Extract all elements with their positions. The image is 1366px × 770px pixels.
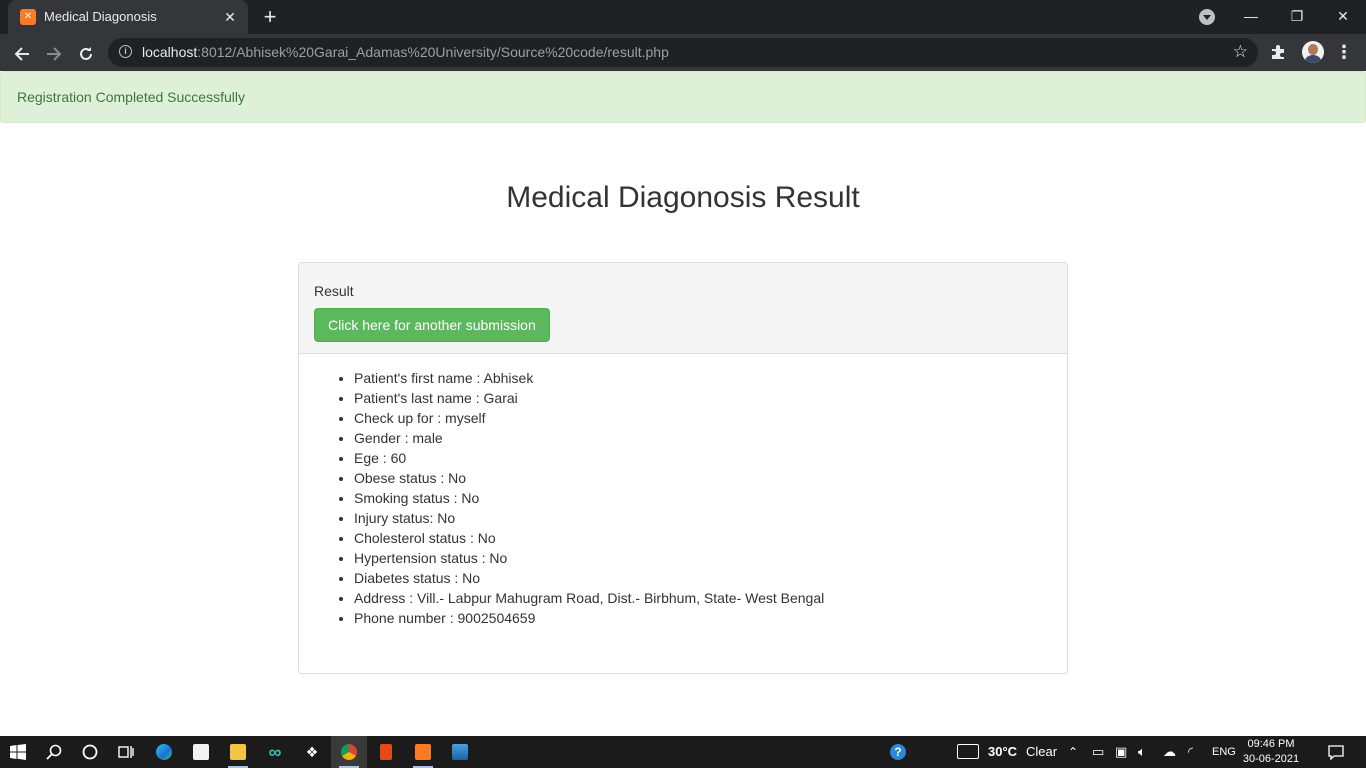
start-icon[interactable] xyxy=(0,736,36,768)
office-logo-icon xyxy=(380,743,392,760)
extensions-puzzle-icon[interactable] xyxy=(1268,42,1288,62)
back-button[interactable] xyxy=(8,39,36,67)
cortana-icon[interactable] xyxy=(72,736,108,768)
browser-toolbar: i localhost:8012/Abhisek%20Garai_Adamas%… xyxy=(0,34,1366,71)
weather-text[interactable]: Clear xyxy=(1026,736,1057,768)
url-text: localhost:8012/Abhisek%20Garai_Adamas%20… xyxy=(142,44,669,60)
list-item-address: Address : Vill.- Labpur Mahugram Road, D… xyxy=(354,588,824,608)
success-alert: Registration Completed Successfully xyxy=(0,71,1366,123)
task-view-icon[interactable] xyxy=(108,736,144,768)
dropbox-logo-icon: ❖ xyxy=(305,744,319,760)
meet-now-icon[interactable]: ▣ xyxy=(1115,736,1127,768)
weather-temp[interactable]: 30°C xyxy=(988,736,1017,768)
close-window-button[interactable]: ✕ xyxy=(1320,0,1366,32)
store-icon[interactable] xyxy=(183,736,219,768)
xampp-favicon-icon: ✕ xyxy=(20,9,36,25)
system-clock[interactable]: 09:46 PM 30-06-2021 xyxy=(1240,737,1302,767)
list-item-injury: Injury status: No xyxy=(354,508,824,528)
profile-avatar[interactable] xyxy=(1302,41,1324,63)
speech-bubble-icon xyxy=(1328,745,1344,761)
forward-button[interactable] xyxy=(40,39,68,67)
photos-logo-icon xyxy=(452,743,468,760)
restore-button[interactable]: ❐ xyxy=(1274,0,1320,32)
new-tab-button[interactable]: + xyxy=(258,5,282,29)
file-explorer-icon[interactable] xyxy=(220,736,256,768)
browser-menu-icon[interactable]: ⋮ xyxy=(1334,42,1354,62)
reload-button[interactable] xyxy=(72,39,100,67)
weather-icon[interactable] xyxy=(950,736,986,768)
tab-title: Medical Diagonosis xyxy=(44,9,157,24)
browser-tab[interactable]: ✕ Medical Diagonosis ✕ xyxy=(8,0,248,34)
another-submission-button[interactable]: Click here for another submission xyxy=(314,308,550,342)
bookmark-star-icon[interactable]: ☆ xyxy=(1233,42,1248,62)
wifi-icon[interactable]: ◜ xyxy=(1188,736,1193,768)
result-list: Patient's first name : Abhisek Patient's… xyxy=(314,368,824,628)
help-icon[interactable]: ? xyxy=(880,736,916,768)
edge-logo-icon xyxy=(156,743,172,760)
folder-icon xyxy=(230,743,246,760)
minimize-button[interactable]: — xyxy=(1228,0,1274,32)
list-item-cholesterol: Cholesterol status : No xyxy=(354,528,824,548)
onedrive-cloud-icon[interactable]: ☁ xyxy=(1163,736,1176,768)
tab-close-icon[interactable]: ✕ xyxy=(220,7,240,27)
search-icon[interactable] xyxy=(36,736,72,768)
url-path: :8012/Abhisek%20Garai_Adamas%20Universit… xyxy=(197,44,669,60)
list-item-hypertension: Hypertension status : No xyxy=(354,548,824,568)
page-title: Medical Diagonosis Result xyxy=(506,181,860,214)
news-weather-icon xyxy=(957,744,979,760)
list-item-diabetes: Diabetes status : No xyxy=(354,568,824,588)
puzzle-icon xyxy=(1272,44,1284,59)
list-item-checkup-for: Check up for : myself xyxy=(354,408,824,428)
photos-icon[interactable] xyxy=(442,736,478,768)
office-icon[interactable] xyxy=(368,736,404,768)
magnifier-icon xyxy=(46,744,62,760)
site-info-icon[interactable]: i xyxy=(119,45,132,58)
panel-heading-label: Result xyxy=(314,283,354,299)
clock-date: 30-06-2021 xyxy=(1242,753,1300,765)
tab-search-icon[interactable] xyxy=(1199,9,1215,25)
battery-icon[interactable]: ▭ xyxy=(1092,736,1104,768)
windows-logo-icon xyxy=(10,743,26,760)
arduino-icon[interactable]: ∞ xyxy=(257,736,293,768)
clock-time: 09:46 PM xyxy=(1247,738,1295,750)
url-host: localhost xyxy=(142,44,198,60)
store-bag-icon xyxy=(193,743,209,760)
chrome-icon[interactable] xyxy=(331,736,367,768)
volume-icon[interactable]: 🔈︎ xyxy=(1138,736,1146,768)
list-item-smoking: Smoking status : No xyxy=(354,488,824,508)
xampp-icon[interactable] xyxy=(405,736,441,768)
list-item-last-name: Patient's last name : Garai xyxy=(354,388,824,408)
list-item-age: Ege : 60 xyxy=(354,448,824,468)
task-view-glyph-icon xyxy=(118,745,134,758)
infinity-icon: ∞ xyxy=(268,742,282,762)
xampp-logo-icon xyxy=(415,743,431,760)
result-panel: Result Click here for another submission… xyxy=(298,262,1068,674)
list-item-gender: Gender : male xyxy=(354,428,824,448)
circle-icon xyxy=(82,744,98,760)
tab-strip: ✕ Medical Diagonosis ✕ + — ❐ ✕ xyxy=(0,0,1366,34)
notification-center-icon[interactable] xyxy=(1318,736,1354,768)
chrome-logo-icon xyxy=(341,743,357,760)
back-arrow-icon xyxy=(14,47,29,61)
dropbox-icon[interactable]: ❖ xyxy=(294,736,330,768)
panel-heading: Result Click here for another submission xyxy=(299,263,1067,354)
address-bar[interactable]: i localhost:8012/Abhisek%20Garai_Adamas%… xyxy=(108,38,1258,67)
reload-icon xyxy=(80,47,92,61)
windows-taskbar: ∞ ❖ ? 30°C Clear ⌃ ▭ ▣ 🔈︎ ☁ ◜ ENG 09:46 … xyxy=(0,736,1366,768)
list-item-phone: Phone number : 9002504659 xyxy=(354,608,824,628)
alert-message: Registration Completed Successfully xyxy=(17,89,245,105)
edge-icon[interactable] xyxy=(146,736,182,768)
language-indicator[interactable]: ENG xyxy=(1212,736,1236,768)
list-item-first-name: Patient's first name : Abhisek xyxy=(354,368,824,388)
list-item-obese: Obese status : No xyxy=(354,468,824,488)
show-hidden-icons-chevron-icon[interactable]: ⌃ xyxy=(1068,736,1078,768)
forward-arrow-icon xyxy=(47,47,62,61)
question-mark-icon: ? xyxy=(890,743,906,760)
